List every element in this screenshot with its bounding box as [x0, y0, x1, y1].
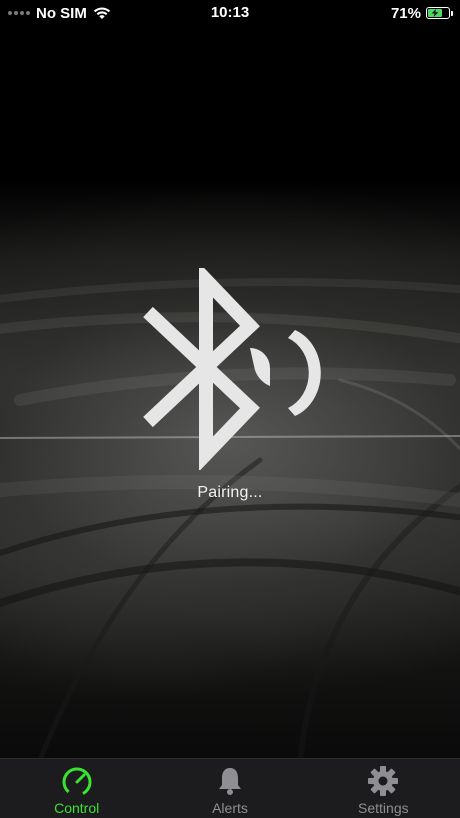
status-bar-right: 71% — [390, 4, 453, 22]
pairing-screen: No SIM 10:13 71% Pairing... Control Aler… — [0, 0, 460, 818]
charging-bolt-icon — [431, 9, 439, 17]
bluetooth-icon — [143, 262, 321, 472]
pairing-status-text: Pairing... — [197, 484, 263, 501]
battery-percentage: 71% — [390, 4, 421, 22]
tab-settings[interactable]: Settings — [307, 759, 460, 818]
battery-level-fill — [428, 9, 443, 17]
wifi-icon — [93, 7, 111, 19]
tab-alerts[interactable]: Alerts — [153, 759, 306, 818]
bluetooth-pairing-graphic — [138, 262, 322, 472]
tab-control[interactable]: Control — [0, 759, 153, 818]
battery-icon — [426, 7, 453, 19]
status-bar-left: No SIM — [8, 5, 111, 22]
tab-alerts-label: Alerts — [212, 800, 248, 816]
gear-icon — [368, 766, 399, 796]
tab-bar: Control Alerts Settings — [0, 758, 460, 818]
speedometer-icon — [62, 767, 92, 797]
tab-control-label: Control — [54, 800, 100, 816]
carrier-label: No SIM — [36, 4, 87, 22]
bell-icon — [218, 768, 241, 795]
tab-settings-label: Settings — [358, 800, 409, 816]
status-bar: No SIM 10:13 71% — [0, 0, 460, 26]
signal-strength-icon — [8, 11, 30, 15]
